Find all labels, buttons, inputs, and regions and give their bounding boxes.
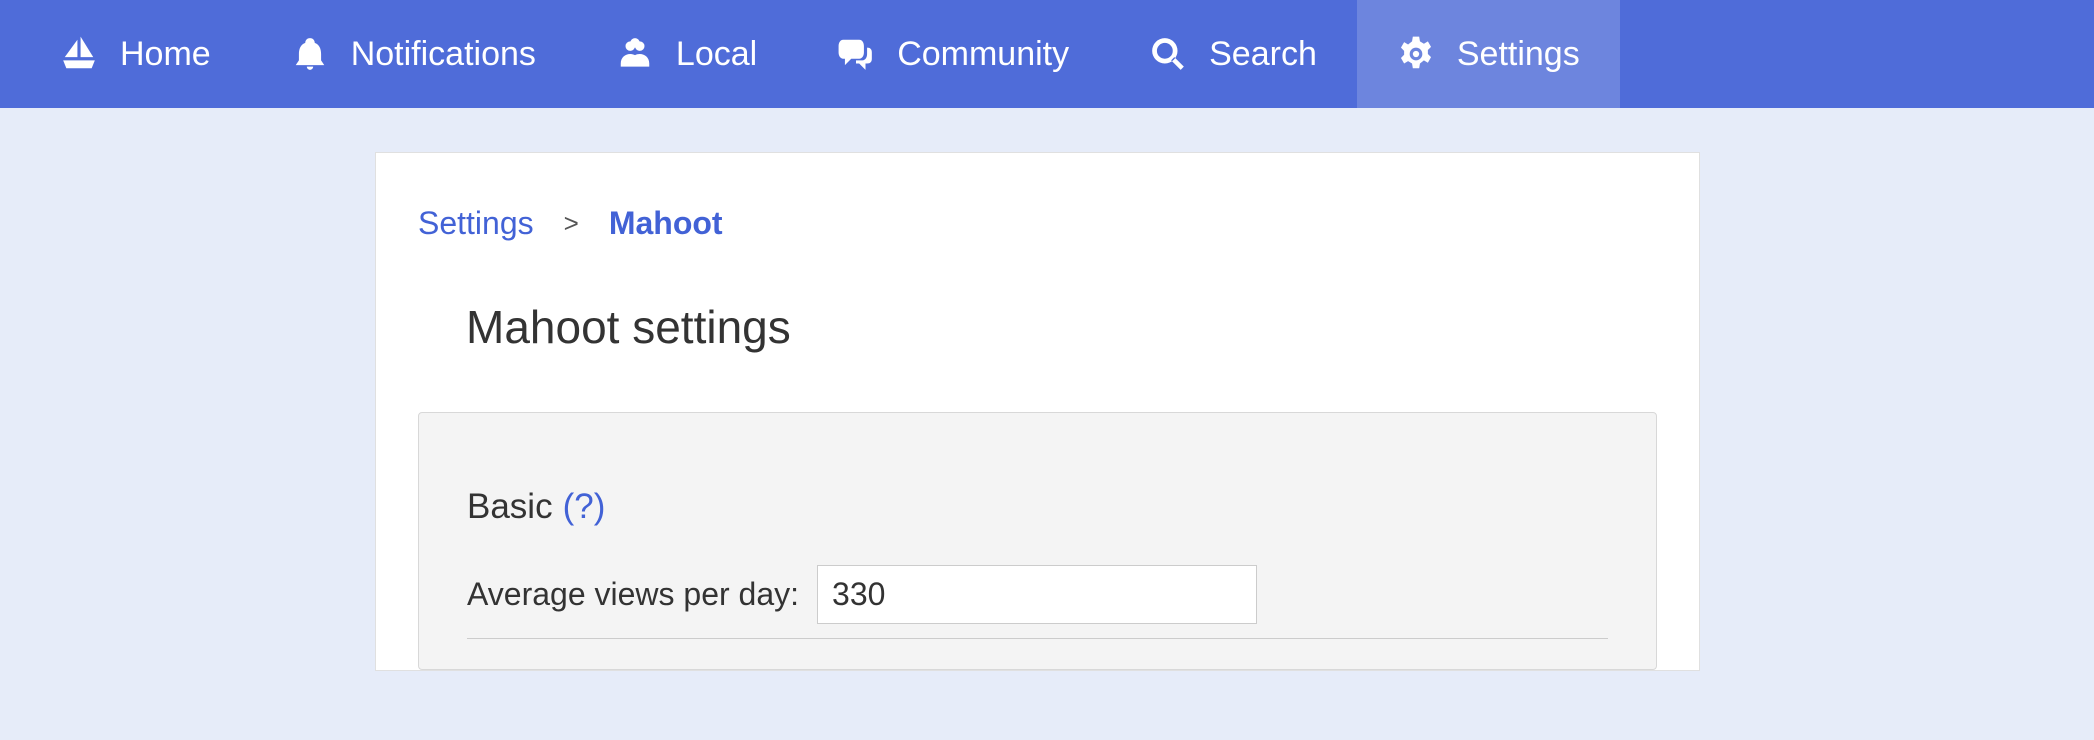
nav-notifications-label: Notifications [351, 35, 536, 74]
divider [467, 638, 1608, 639]
nav-community[interactable]: Community [797, 0, 1109, 108]
search-icon [1149, 35, 1187, 73]
nav-local[interactable]: Local [576, 0, 797, 108]
section-heading-text: Basic [467, 487, 553, 527]
navbar: Home Notifications Local Community Searc… [0, 0, 2094, 108]
breadcrumb-current: Mahoot [609, 205, 723, 242]
nav-home[interactable]: Home [20, 0, 251, 108]
nav-community-label: Community [897, 35, 1069, 74]
users-icon [616, 35, 654, 73]
nav-local-label: Local [676, 35, 757, 74]
average-views-input[interactable] [817, 565, 1257, 624]
page-title: Mahoot settings [466, 300, 1657, 354]
field-row-average-views: Average views per day: [467, 565, 1608, 624]
gear-icon [1397, 35, 1435, 73]
field-label-average-views: Average views per day: [467, 576, 799, 613]
bell-icon [291, 35, 329, 73]
nav-search[interactable]: Search [1109, 0, 1357, 108]
breadcrumb-separator: > [564, 208, 579, 239]
nav-home-label: Home [120, 35, 211, 74]
nav-notifications[interactable]: Notifications [251, 0, 576, 108]
section-heading: Basic (?) [467, 487, 1608, 527]
help-link[interactable]: (?) [563, 487, 606, 527]
content-area: Settings > Mahoot Mahoot settings Basic … [0, 108, 2094, 671]
settings-section-basic: Basic (?) Average views per day: [418, 412, 1657, 670]
breadcrumb-root[interactable]: Settings [418, 205, 534, 242]
sailboat-icon [60, 35, 98, 73]
breadcrumb: Settings > Mahoot [418, 205, 1657, 242]
nav-settings-label: Settings [1457, 35, 1580, 74]
comments-icon [837, 35, 875, 73]
settings-panel: Settings > Mahoot Mahoot settings Basic … [375, 152, 1700, 671]
nav-search-label: Search [1209, 35, 1317, 74]
nav-settings[interactable]: Settings [1357, 0, 1620, 108]
